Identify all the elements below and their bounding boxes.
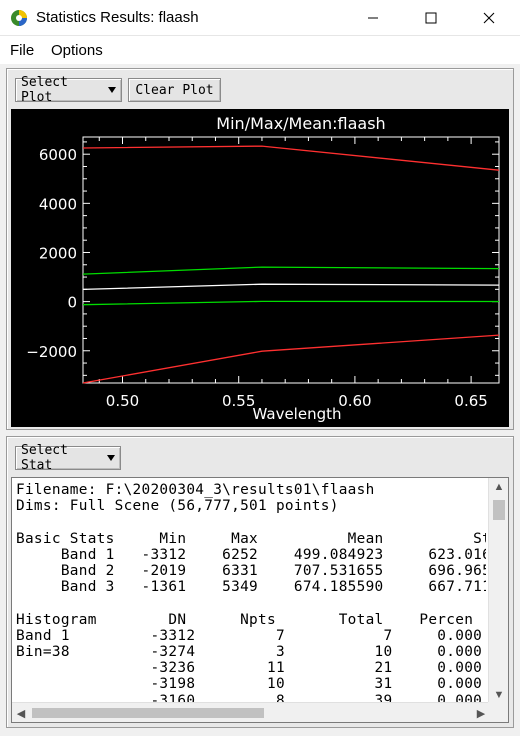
y-tick-label: 2000 xyxy=(39,244,77,262)
stats-line: Band 1 -3312 7 7 0.000 xyxy=(16,627,483,644)
clear-plot-label: Clear Plot xyxy=(135,82,214,98)
stats-line xyxy=(16,595,486,611)
y-tick-label: 0 xyxy=(67,294,77,312)
stats-plot: Min/Max/Mean:flaash Wavelength −2000 0 2000 4… xyxy=(11,109,509,427)
x-tick-label: 0.65 xyxy=(454,392,487,410)
scroll-corner xyxy=(488,702,508,722)
stats-line: Basic Stats Min Max Mean Std xyxy=(16,530,486,547)
minimize-icon xyxy=(368,17,378,19)
close-button[interactable] xyxy=(460,0,518,36)
menu-bar: File Options xyxy=(0,36,520,64)
y-tick-label: 4000 xyxy=(39,195,77,213)
series-line-mean-std xyxy=(82,266,500,275)
select-stat-label: Select Stat xyxy=(21,443,68,473)
menu-file[interactable]: File xyxy=(10,42,34,59)
x-tick-label: 0.50 xyxy=(106,392,139,410)
title-bar: Statistics Results: flaash xyxy=(0,0,520,36)
stats-line: Dims: Full Scene (56,777,501 points) xyxy=(16,498,339,515)
series-line-min xyxy=(82,334,500,384)
horizontal-scrollbar[interactable]: ◀ ▶ xyxy=(12,702,490,722)
y-tick-label: 6000 xyxy=(39,146,77,164)
stats-line: Band 3 -1361 5349 674.185590 667.7112 xyxy=(16,579,486,596)
series-line-mean-std xyxy=(82,300,500,306)
close-icon xyxy=(483,12,495,24)
stats-line xyxy=(16,514,486,530)
maximize-icon xyxy=(425,12,437,24)
stats-line: Histogram DN Npts Total Percen xyxy=(16,611,474,628)
stats-line: Bin=38 -3274 3 10 0.000 xyxy=(16,644,483,661)
min-max-mean-chart: Min/Max/Mean:flaash Wavelength −2000 0 2000 4… xyxy=(26,114,500,423)
select-plot-button[interactable]: Select Plot xyxy=(15,75,122,105)
dropdown-caret-icon xyxy=(107,455,115,461)
vertical-scrollbar[interactable]: ▲ ▼ xyxy=(488,478,508,704)
chart-title: Min/Max/Mean:flaash xyxy=(216,114,385,133)
x-tick-label: 0.55 xyxy=(222,392,255,410)
plot-frame xyxy=(82,136,500,384)
series-line-max xyxy=(82,145,500,171)
select-stat-button[interactable]: Select Stat xyxy=(15,443,121,473)
scroll-left-icon[interactable]: ◀ xyxy=(12,703,30,722)
stats-line: -3198 10 31 0.000 xyxy=(16,676,483,693)
stats-line: Band 2 -2019 6331 707.531655 696.9655 xyxy=(16,563,486,580)
envi-app-icon xyxy=(11,10,27,26)
plot-panel: Select Plot Clear Plot Min/Max/Mean:flaa… xyxy=(6,68,514,430)
stats-line: Band 1 -3312 6252 499.084923 623.0165 xyxy=(16,546,486,563)
menu-options[interactable]: Options xyxy=(51,42,103,59)
stats-text: Filename: F:\20200304_3\results01\flaash… xyxy=(16,482,486,702)
minimize-button[interactable] xyxy=(344,0,402,36)
vertical-scroll-thumb[interactable] xyxy=(493,500,505,520)
y-tick-label: −2000 xyxy=(26,343,77,361)
scroll-up-icon[interactable]: ▲ xyxy=(489,478,508,496)
stats-panel: Select Stat Filename: F:\20200304_3\resu… xyxy=(6,436,514,728)
maximize-button[interactable] xyxy=(402,0,460,36)
window-title: Statistics Results: flaash xyxy=(36,9,199,26)
stats-line: -3160 8 39 0.000 xyxy=(16,692,483,702)
x-tick-label: 0.60 xyxy=(338,392,371,410)
select-plot-label: Select Plot xyxy=(21,75,68,105)
stats-line: -3236 11 21 0.000 xyxy=(16,660,483,677)
x-axis-label: Wavelength xyxy=(253,405,342,423)
stats-line: Filename: F:\20200304_3\results01\flaash xyxy=(16,482,375,498)
dropdown-caret-icon xyxy=(108,87,116,93)
series-line-mean xyxy=(82,283,500,291)
clear-plot-button[interactable]: Clear Plot xyxy=(128,78,221,102)
stats-text-window[interactable]: Filename: F:\20200304_3\results01\flaash… xyxy=(11,477,509,723)
horizontal-scroll-thumb[interactable] xyxy=(32,708,264,718)
